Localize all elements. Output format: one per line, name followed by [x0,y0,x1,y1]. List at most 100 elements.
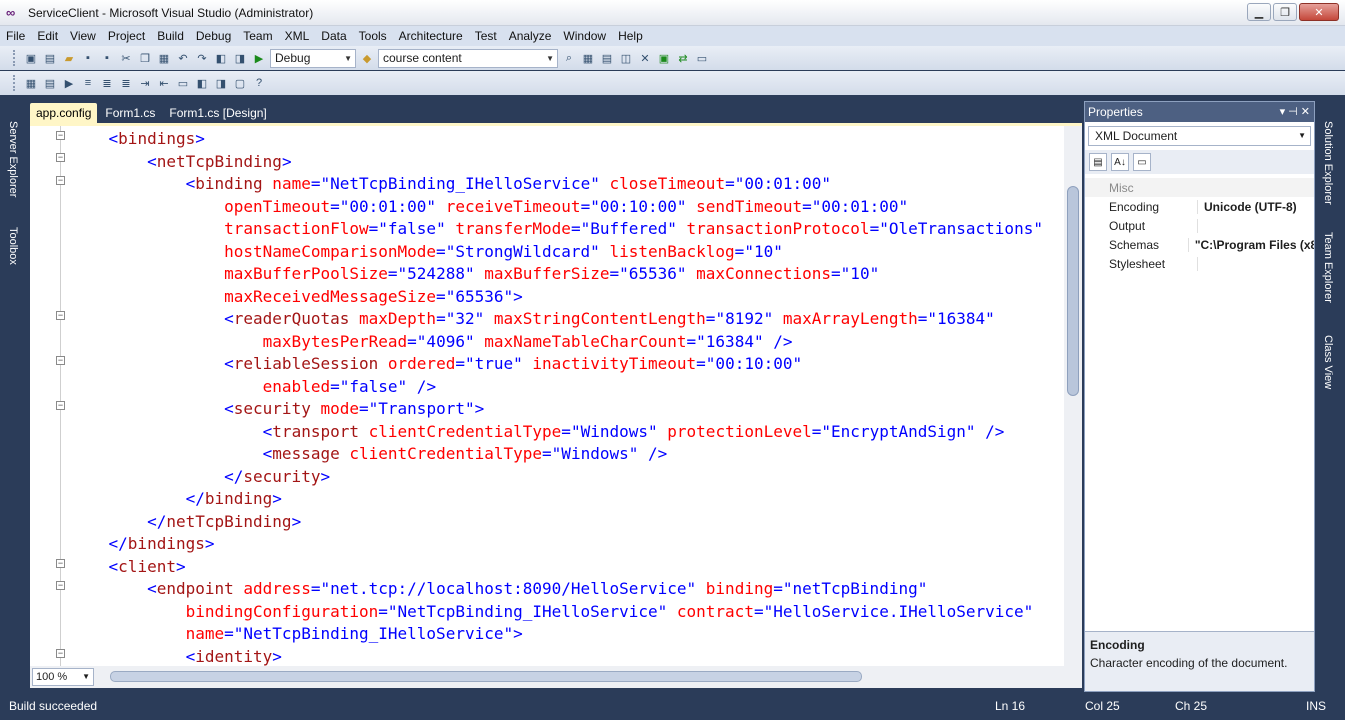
indent-icon[interactable]: ⇥ [137,75,153,91]
maximize-button[interactable]: ❐ [1273,3,1297,21]
collapse-endpoint-icon[interactable]: − [56,581,65,590]
extension-manager-icon[interactable]: ⇄ [675,50,691,66]
code-text[interactable]: <bindings> <netTcpBinding> <binding name… [70,128,1062,666]
navigate-forward-icon[interactable]: ◨ [232,50,248,66]
menu-architecture[interactable]: Architecture [399,29,463,43]
collapse-readerquotas-icon[interactable]: − [56,311,65,320]
code-line[interactable]: <message clientCredentialType="Windows" … [70,443,1062,466]
code-line[interactable]: <readerQuotas maxDepth="32" maxStringCon… [70,308,1062,331]
code-line[interactable]: maxBufferPoolSize="524288" maxBufferSize… [70,263,1062,286]
code-line[interactable]: bindingConfiguration="NetTcpBinding_IHel… [70,601,1062,624]
code-line[interactable]: <reliableSession ordered="true" inactivi… [70,353,1062,376]
toolbox-tab[interactable]: Toolbox [7,227,19,265]
save-icon[interactable]: ▪ [80,50,96,66]
categorized-icon[interactable]: ▤ [1089,153,1107,171]
code-line[interactable]: </binding> [70,488,1062,511]
start-page-icon[interactable]: ▣ [656,50,672,66]
collapse-binding-icon[interactable]: − [56,176,65,185]
find-in-files-icon[interactable]: ◆ [359,50,375,66]
menu-xml[interactable]: XML [285,29,310,43]
cut-icon[interactable]: ✂ [118,50,134,66]
command-window-icon[interactable]: ▭ [694,50,710,66]
menu-view[interactable]: View [70,29,96,43]
code-line[interactable]: <bindings> [70,128,1062,151]
team-explorer-tab[interactable]: Team Explorer [1322,232,1334,303]
alphabetical-icon[interactable]: A↓ [1111,153,1129,171]
menu-help[interactable]: Help [618,29,643,43]
code-line[interactable]: openTimeout="00:01:00" receiveTimeout="0… [70,196,1062,219]
format-document-icon[interactable]: ≡ [80,75,96,91]
vertical-scrollbar[interactable] [1064,126,1082,666]
properties-object-combo[interactable]: XML Document ▼ [1088,126,1311,146]
collapse-client-icon[interactable]: − [56,559,65,568]
start-debugging-icon[interactable]: ▶ [251,50,267,66]
toolbox-icon[interactable]: ✕ [637,50,653,66]
comment-icon[interactable]: ≣ [99,75,115,91]
outdent-icon[interactable]: ⇤ [156,75,172,91]
find-icon[interactable]: ⌕ [561,50,577,66]
code-line[interactable]: </security> [70,466,1062,489]
new-project-icon[interactable]: ▣ [23,50,39,66]
add-item-icon[interactable]: ▤ [42,50,58,66]
property-row[interactable]: Output [1085,216,1314,235]
create-schema-icon[interactable]: ▦ [23,75,39,91]
class-view-tab[interactable]: Class View [1322,335,1334,389]
clear-bookmarks-icon[interactable]: ▢ [232,75,248,91]
open-file-icon[interactable]: ▰ [61,50,77,66]
code-line[interactable]: </bindings> [70,533,1062,556]
minimize-button[interactable]: ▁ [1247,3,1271,21]
property-row[interactable]: Stylesheet [1085,254,1314,273]
menu-build[interactable]: Build [157,29,184,43]
redo-icon[interactable]: ↷ [194,50,210,66]
code-line[interactable]: enabled="false" /> [70,376,1062,399]
code-line[interactable]: name="NetTcpBinding_IHelloService"> [70,623,1062,646]
property-value[interactable]: Unicode (UTF-8) [1198,200,1297,214]
help-icon[interactable]: ? [251,75,267,91]
solution-explorer-tab[interactable]: Solution Explorer [1322,121,1334,205]
menu-analyze[interactable]: Analyze [509,29,552,43]
code-editor[interactable]: − − − − − − − − − <bindings> <netTcpBind… [30,123,1082,688]
code-line[interactable]: <client> [70,556,1062,579]
copy-icon[interactable]: ❐ [137,50,153,66]
menu-file[interactable]: File [6,29,25,43]
show-xslt-output-icon[interactable]: ▤ [42,75,58,91]
horizontal-scroll-thumb[interactable] [110,671,862,682]
menu-debug[interactable]: Debug [196,29,231,43]
toolbar-grip[interactable] [13,50,17,66]
code-line[interactable]: <transport clientCredentialType="Windows… [70,421,1062,444]
menu-team[interactable]: Team [243,29,272,43]
zoom-combo[interactable]: 100 % ▼ [32,668,94,686]
property-value[interactable]: "C:\Program Files (x86) [1189,238,1314,252]
undo-icon[interactable]: ↶ [175,50,191,66]
menu-window[interactable]: Window [563,29,606,43]
menu-tools[interactable]: Tools [359,29,387,43]
solution-explorer-icon[interactable]: ▦ [580,50,596,66]
navigate-backward-icon[interactable]: ◧ [213,50,229,66]
object-browser-icon[interactable]: ◫ [618,50,634,66]
code-line[interactable]: maxBytesPerRead="4096" maxNameTableCharC… [70,331,1062,354]
find-combo[interactable]: course content ▼ [378,48,558,68]
collapse-reliablesession-icon[interactable]: − [56,356,65,365]
menu-test[interactable]: Test [475,29,497,43]
code-line[interactable]: <netTcpBinding> [70,151,1062,174]
close-button[interactable]: ✕ [1299,3,1339,21]
code-line[interactable]: <endpoint address = "net.tcp://localhost:8… [70,578,1062,601]
tab-app-config[interactable]: app.config [30,103,98,123]
property-pages-icon[interactable]: ▭ [1133,153,1151,171]
tab-form1-design[interactable]: Form1.cs [Design] [163,103,272,123]
save-all-icon[interactable]: ▪ [99,50,115,66]
code-line[interactable]: </netTcpBinding> [70,511,1062,534]
menu-data[interactable]: Data [321,29,346,43]
menu-edit[interactable]: Edit [37,29,58,43]
previous-bookmark-icon[interactable]: ◧ [194,75,210,91]
code-line[interactable]: hostNameComparisonMode="StrongWildcard" … [70,241,1062,264]
code-line[interactable]: <identity> [70,646,1062,667]
vertical-scroll-thumb[interactable] [1067,186,1079,396]
pin-icon[interactable]: ▾ ⊣ ✕ [1280,105,1310,118]
property-row[interactable]: Encoding Unicode (UTF-8) [1085,197,1314,216]
collapse-identity-icon[interactable]: − [56,649,65,658]
tab-form1-cs[interactable]: Form1.cs [99,103,161,123]
uncomment-icon[interactable]: ≣ [118,75,134,91]
collapse-bindings-icon[interactable]: − [56,131,65,140]
menu-project[interactable]: Project [108,29,145,43]
